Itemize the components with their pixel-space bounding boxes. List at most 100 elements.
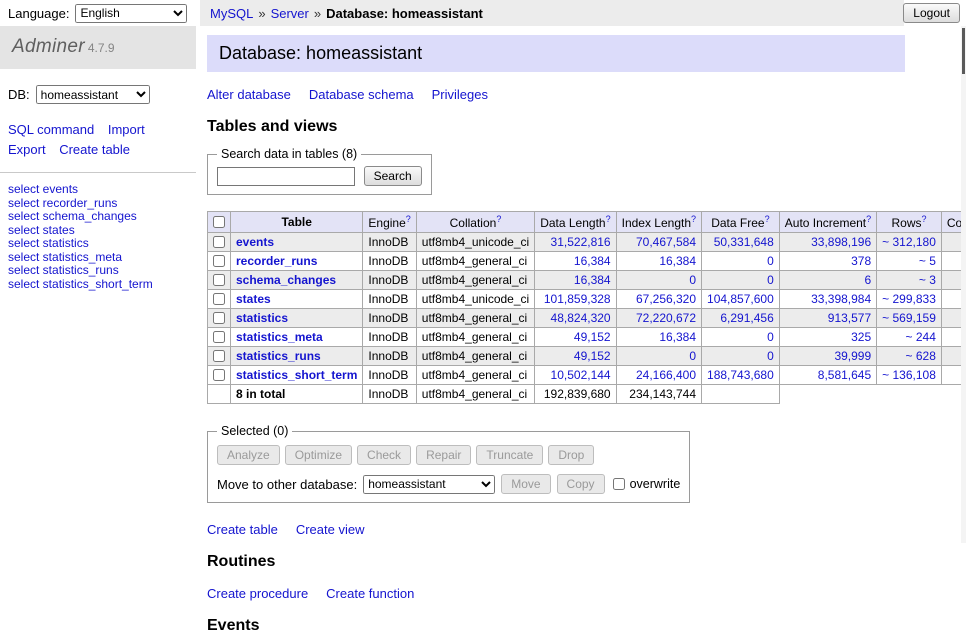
table-link-schema-changes[interactable]: schema_changes (236, 273, 336, 287)
cell-data-free[interactable]: 104,857,600 (702, 290, 780, 309)
copy-button[interactable]: Copy (557, 474, 605, 494)
help-icon[interactable]: ? (606, 214, 611, 224)
sidebar-select-recorder-runs[interactable]: select recorder_runs (8, 197, 188, 211)
table-link-statistics-runs[interactable]: statistics_runs (236, 349, 321, 363)
cell-data-length[interactable]: 10,502,144 (535, 366, 616, 385)
help-icon[interactable]: ? (866, 214, 871, 224)
row-checkbox-statistics-meta[interactable] (213, 331, 225, 343)
db-select[interactable]: homeassistant (36, 85, 150, 104)
select-all-checkbox[interactable] (213, 216, 225, 228)
overwrite-checkbox[interactable] (613, 478, 625, 490)
cell-rows[interactable]: ~ 312,180 (877, 233, 942, 252)
cell-data-free[interactable]: 0 (702, 328, 780, 347)
table-link-states[interactable]: states (236, 292, 271, 306)
routine-link-create-function[interactable]: Create function (326, 586, 414, 601)
cell-data-free[interactable]: 50,331,648 (702, 233, 780, 252)
action-link-database-schema[interactable]: Database schema (309, 87, 414, 102)
sidebar-select-statistics-meta[interactable]: select statistics_meta (8, 251, 188, 265)
row-checkbox-statistics-short-term[interactable] (213, 369, 225, 381)
truncate-button[interactable]: Truncate (476, 445, 543, 465)
cell-rows[interactable]: ~ 299,833 (877, 290, 942, 309)
sidebar-select-states[interactable]: select states (8, 224, 188, 238)
sidebar-select-statistics[interactable]: select statistics (8, 237, 188, 251)
table-link-recorder-runs[interactable]: recorder_runs (236, 254, 317, 268)
sidebar-link-import[interactable]: Import (108, 122, 145, 137)
sidebar-select-statistics-runs[interactable]: select statistics_runs (8, 264, 188, 278)
cell-data-length[interactable]: 49,152 (535, 347, 616, 366)
scrollbar[interactable] (961, 26, 966, 543)
optimize-button[interactable]: Optimize (285, 445, 352, 465)
cell-data-length[interactable]: 16,384 (535, 252, 616, 271)
sidebar-select-statistics-short-term[interactable]: select statistics_short_term (8, 278, 188, 292)
table-link-statistics-short-term[interactable]: statistics_short_term (236, 368, 357, 382)
repair-button[interactable]: Repair (416, 445, 471, 465)
cell-data-free[interactable]: 188,743,680 (702, 366, 780, 385)
move-db-select[interactable]: homeassistant (363, 475, 495, 494)
cell-auto-increment[interactable]: 33,398,984 (779, 290, 876, 309)
cell-auto-increment[interactable]: 913,577 (779, 309, 876, 328)
cell-data-free[interactable]: 0 (702, 347, 780, 366)
help-icon[interactable]: ? (496, 214, 501, 224)
row-checkbox-statistics-runs[interactable] (213, 350, 225, 362)
breadcrumb-server[interactable]: Server (271, 6, 309, 21)
cell-rows[interactable]: ~ 5 (877, 252, 942, 271)
language-select[interactable]: English (75, 4, 187, 23)
cell-index-length[interactable]: 0 (616, 271, 701, 290)
cell-auto-increment[interactable]: 8,581,645 (779, 366, 876, 385)
sidebar-select-events[interactable]: select events (8, 183, 188, 197)
sidebar-link-export[interactable]: Export (8, 142, 46, 157)
row-checkbox-recorder-runs[interactable] (213, 255, 225, 267)
create-link-create-table[interactable]: Create table (207, 522, 278, 537)
cell-rows[interactable]: ~ 628 (877, 347, 942, 366)
row-checkbox-statistics[interactable] (213, 312, 225, 324)
logout-button[interactable]: Logout (903, 3, 960, 23)
drop-button[interactable]: Drop (548, 445, 594, 465)
cell-data-free[interactable]: 6,291,456 (702, 309, 780, 328)
sidebar-link-sql-command[interactable]: SQL command (8, 122, 94, 137)
cell-auto-increment[interactable]: 6 (779, 271, 876, 290)
table-link-events[interactable]: events (236, 235, 274, 249)
help-icon[interactable]: ? (765, 214, 770, 224)
cell-data-length[interactable]: 31,522,816 (535, 233, 616, 252)
analyze-button[interactable]: Analyze (217, 445, 280, 465)
row-checkbox-states[interactable] (213, 293, 225, 305)
cell-index-length[interactable]: 72,220,672 (616, 309, 701, 328)
help-icon[interactable]: ? (406, 214, 411, 224)
create-link-create-view[interactable]: Create view (296, 522, 365, 537)
cell-rows[interactable]: ~ 3 (877, 271, 942, 290)
row-checkbox-schema-changes[interactable] (213, 274, 225, 286)
cell-auto-increment[interactable]: 325 (779, 328, 876, 347)
routine-link-create-procedure[interactable]: Create procedure (207, 586, 308, 601)
table-link-statistics-meta[interactable]: statistics_meta (236, 330, 323, 344)
table-link-statistics[interactable]: statistics (236, 311, 288, 325)
cell-index-length[interactable]: 16,384 (616, 328, 701, 347)
cell-auto-increment[interactable]: 39,999 (779, 347, 876, 366)
check-button[interactable]: Check (357, 445, 411, 465)
cell-rows[interactable]: ~ 244 (877, 328, 942, 347)
cell-data-free[interactable]: 0 (702, 271, 780, 290)
cell-rows[interactable]: ~ 569,159 (877, 309, 942, 328)
cell-data-length[interactable]: 48,824,320 (535, 309, 616, 328)
help-icon[interactable]: ? (922, 214, 927, 224)
cell-data-free[interactable]: 0 (702, 252, 780, 271)
action-link-privileges[interactable]: Privileges (432, 87, 488, 102)
cell-data-length[interactable]: 101,859,328 (535, 290, 616, 309)
row-checkbox-events[interactable] (213, 236, 225, 248)
cell-index-length[interactable]: 0 (616, 347, 701, 366)
cell-auto-increment[interactable]: 378 (779, 252, 876, 271)
move-button[interactable]: Move (501, 474, 550, 494)
cell-data-length[interactable]: 16,384 (535, 271, 616, 290)
search-input[interactable] (217, 167, 355, 186)
cell-rows[interactable]: ~ 136,108 (877, 366, 942, 385)
action-link-alter-database[interactable]: Alter database (207, 87, 291, 102)
cell-index-length[interactable]: 67,256,320 (616, 290, 701, 309)
sidebar-link-create-table[interactable]: Create table (59, 142, 130, 157)
cell-index-length[interactable]: 70,467,584 (616, 233, 701, 252)
scrollbar-thumb[interactable] (962, 28, 965, 74)
search-button[interactable]: Search (364, 166, 422, 186)
breadcrumb-mysql[interactable]: MySQL (210, 6, 253, 21)
cell-auto-increment[interactable]: 33,898,196 (779, 233, 876, 252)
cell-index-length[interactable]: 16,384 (616, 252, 701, 271)
sidebar-select-schema-changes[interactable]: select schema_changes (8, 210, 188, 224)
cell-data-length[interactable]: 49,152 (535, 328, 616, 347)
